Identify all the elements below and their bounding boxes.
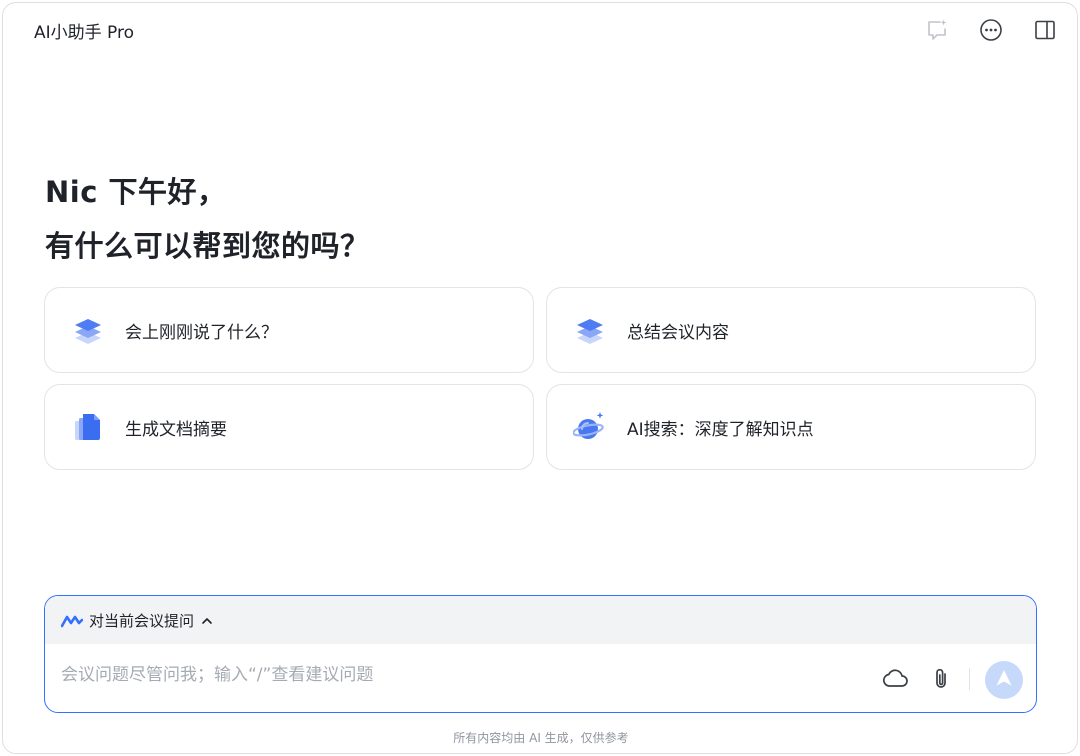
suggestion-label: 总结会议内容 <box>627 322 729 343</box>
assistant-window: AI小助手 Pro Nic 下午好， 有什么可以帮到您的吗？ 会上刚刚说了什么？… <box>2 2 1078 754</box>
ai-disclaimer: 所有内容均由 AI 生成，仅供参考 <box>453 731 629 745</box>
toolbar-divider <box>969 668 970 690</box>
app-title: AI小助手 Pro <box>34 23 135 43</box>
suggestion-label: 生成文档摘要 <box>125 419 227 440</box>
layers-icon <box>573 313 607 347</box>
more-icon[interactable] <box>978 17 1004 43</box>
greeting-line-2: 有什么可以帮到您的吗？ <box>45 229 370 263</box>
chat-composer: 对当前会议提问 <box>44 595 1037 713</box>
new-chat-icon[interactable] <box>924 17 950 43</box>
layers-icon <box>71 313 105 347</box>
send-icon <box>994 668 1014 692</box>
context-label: 对当前会议提问 <box>89 611 195 630</box>
question-input[interactable] <box>61 660 851 690</box>
meeting-logo-icon <box>60 613 84 628</box>
planet-icon <box>573 410 607 444</box>
context-selector[interactable]: 对当前会议提问 <box>45 596 1036 644</box>
suggestion-label: AI搜索：深度了解知识点 <box>627 419 814 440</box>
greeting-line-1: Nic 下午好， <box>45 175 227 209</box>
send-button[interactable] <box>985 661 1023 699</box>
suggestion-card-summarize-meeting[interactable]: 总结会议内容 <box>546 287 1036 373</box>
suggestion-card-meeting-recap[interactable]: 会上刚刚说了什么？ <box>44 287 534 373</box>
suggestion-card-doc-summary[interactable]: 生成文档摘要 <box>44 384 534 470</box>
document-icon <box>71 410 105 444</box>
side-panel-icon[interactable] <box>1032 17 1058 43</box>
suggestion-label: 会上刚刚说了什么？ <box>125 322 278 343</box>
attachment-icon[interactable] <box>927 664 957 694</box>
chevron-up-icon <box>200 613 214 627</box>
cloud-upload-icon[interactable] <box>880 664 910 694</box>
suggestion-card-ai-search[interactable]: AI搜索：深度了解知识点 <box>546 384 1036 470</box>
